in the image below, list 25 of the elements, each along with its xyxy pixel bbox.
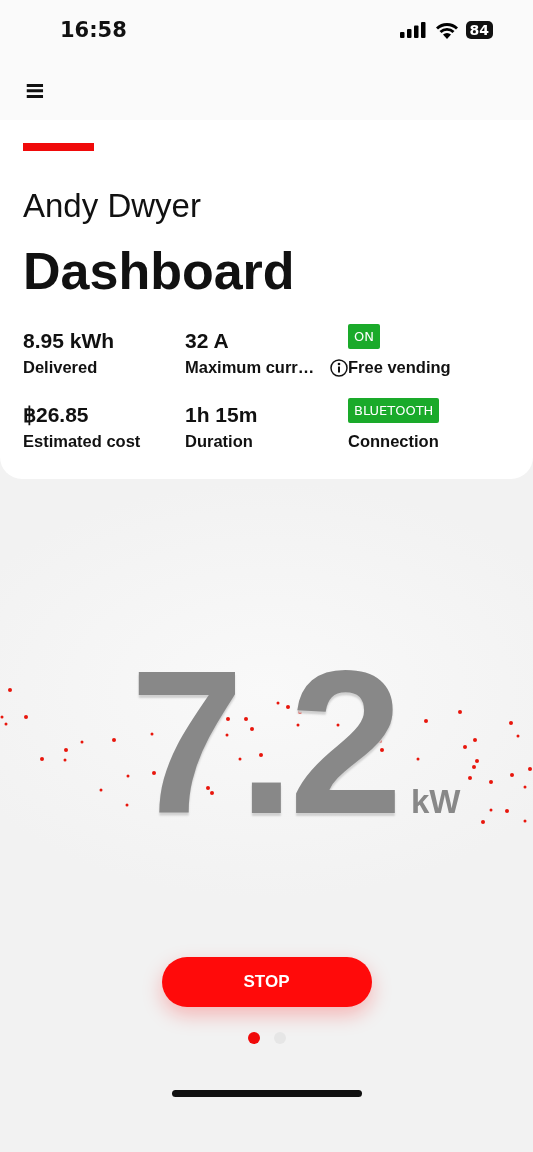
power-unit: kW xyxy=(411,783,461,821)
stop-button[interactable]: STOP xyxy=(161,957,372,1007)
signal-icon xyxy=(399,22,428,38)
wifi-icon xyxy=(434,21,459,39)
status-time: 16:58 xyxy=(60,18,127,42)
stat-value: 8.95 kWh xyxy=(23,329,115,353)
info-icon[interactable] xyxy=(330,358,348,377)
stat-label: Free vending xyxy=(348,358,451,377)
stat-label: Delivered xyxy=(23,358,98,377)
stat-value: ฿26.85 xyxy=(23,403,89,427)
user-name: Andy Dwyer xyxy=(23,187,202,225)
page-title: Dashboard xyxy=(23,245,296,297)
status-badge: ON xyxy=(348,323,380,349)
stat-label: Connection xyxy=(348,432,439,451)
stat-label: Duration xyxy=(185,432,253,451)
page-dot[interactable] xyxy=(247,1032,260,1044)
accent-bar xyxy=(23,143,94,151)
battery-indicator: 84 xyxy=(465,21,493,39)
stat-label: Maximum curr… xyxy=(185,358,315,377)
status-badge: BLUETOOTH xyxy=(348,397,440,423)
menu-button[interactable]: ≡ xyxy=(22,78,48,102)
power-value: 7.2 xyxy=(130,657,397,827)
stat-value: 1h 15m xyxy=(185,403,258,427)
stat-value: 32 A xyxy=(185,329,229,353)
stat-label: Estimated cost xyxy=(23,432,141,451)
